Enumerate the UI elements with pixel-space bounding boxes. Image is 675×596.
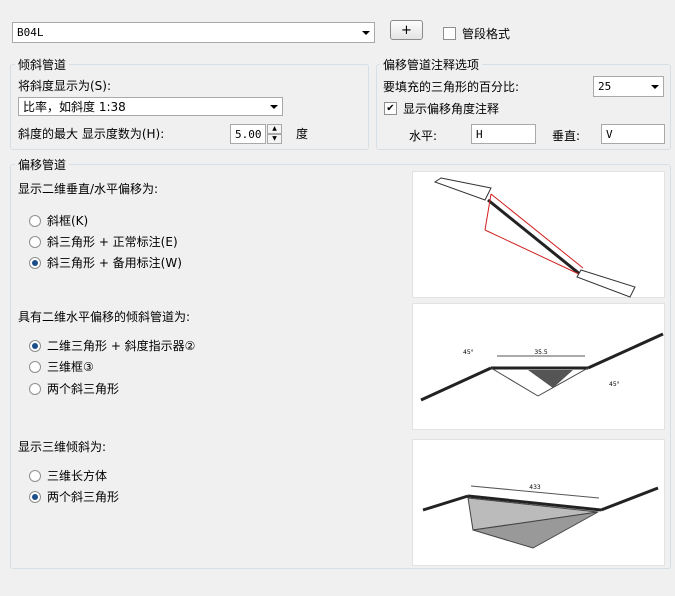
display-as-label: 将斜度显示为(S): — [18, 79, 112, 93]
max-slope-spinner[interactable]: ▲ ▼ — [267, 124, 282, 144]
preview-2d-offset — [412, 171, 665, 298]
radio-button[interactable] — [29, 469, 41, 482]
radio-button[interactable] — [29, 256, 41, 269]
pipe-format-checkbox[interactable] — [443, 27, 456, 40]
offset-annotation-group-label: 偏移管道注释选项 — [380, 56, 483, 73]
chevron-down-icon — [362, 30, 370, 35]
spin-down-icon[interactable]: ▼ — [267, 134, 282, 144]
section2-title: 具有二维水平偏移的倾斜管道为: — [18, 310, 191, 324]
radio-label: 斜三角形 + 备用标注(W) — [47, 256, 182, 270]
radio-option-s3-0[interactable]: 三维长方体 — [29, 467, 107, 484]
radio-button[interactable] — [29, 235, 41, 248]
radio-option-s2-0[interactable]: 二维三角形 + 斜度指示器② — [29, 337, 195, 354]
display-as-value: 比率，如斜度 1:38 — [23, 100, 126, 114]
radio-button[interactable] — [29, 214, 41, 227]
p2-angle-left: 45° — [463, 349, 474, 356]
radio-label: 三维框③ — [47, 360, 94, 374]
radio-option-s1-2[interactable]: 斜三角形 + 备用标注(W) — [29, 254, 182, 271]
radio-label: 二维三角形 + 斜度指示器② — [47, 339, 196, 353]
radio-label: 两个斜三角形 — [47, 382, 120, 396]
slope-pipe-group-label: 倾斜管道 — [15, 56, 70, 73]
radio-option-s3-1[interactable]: 两个斜三角形 — [29, 488, 119, 505]
radio-button[interactable] — [29, 339, 41, 352]
show-angle-checkbox[interactable]: ✔ — [384, 102, 397, 115]
show-angle-checkbox-row[interactable]: ✔ 显示偏移角度注释 — [384, 100, 499, 117]
preview-3d-triangles-drawing: 433 — [422, 484, 659, 549]
radio-label: 两个斜三角形 — [47, 490, 120, 504]
vertical-input[interactable]: V — [601, 124, 665, 144]
chevron-down-icon — [651, 84, 659, 89]
radio-option-s1-0[interactable]: 斜框(K) — [29, 212, 88, 229]
pipe-format-checkbox-row[interactable]: 管段格式 — [443, 25, 510, 42]
p2-top-dimension: 35.5 — [534, 349, 548, 356]
preview-2d-triangle-drawing: 35.5 45° 45° — [420, 332, 664, 402]
degree-unit-label: 度 — [296, 127, 309, 141]
triangle-percent-value: 25 — [598, 80, 612, 93]
show-angle-label: 显示偏移角度注释 — [403, 102, 500, 116]
radio-option-s1-1[interactable]: 斜三角形 + 正常标注(E) — [29, 233, 178, 250]
radio-button[interactable] — [29, 490, 41, 503]
p3-top-dimension: 433 — [529, 484, 541, 491]
triangle-percent-dropdown[interactable]: 25 — [593, 76, 664, 97]
radio-option-s2-1[interactable]: 三维框③ — [29, 358, 94, 375]
add-style-button[interactable]: + — [390, 20, 423, 40]
triangle-percent-label: 要填充的三角形的百分比: — [383, 80, 520, 94]
chevron-down-icon — [270, 104, 278, 109]
style-dropdown-value: B04L — [17, 26, 44, 39]
display-as-dropdown[interactable]: 比率，如斜度 1:38 — [18, 97, 283, 116]
horizontal-label: 水平: — [409, 129, 438, 143]
style-dropdown[interactable]: B04L — [12, 22, 375, 43]
radio-label: 三维长方体 — [47, 469, 108, 483]
radio-button[interactable] — [29, 360, 41, 373]
vertical-label: 垂直: — [552, 129, 581, 143]
horizontal-input[interactable]: H — [471, 124, 536, 144]
radio-button[interactable] — [29, 382, 41, 395]
section3-title: 显示三维倾斜为: — [18, 440, 107, 454]
offset-pipe-group-label: 偏移管道 — [15, 156, 70, 173]
radio-label: 斜三角形 + 正常标注(E) — [47, 235, 178, 249]
pipe-format-label: 管段格式 — [462, 27, 511, 41]
p2-angle-right: 45° — [609, 381, 620, 388]
spin-up-icon[interactable]: ▲ — [267, 124, 282, 134]
max-slope-label: 斜度的最大 显示度数为(H): — [18, 127, 165, 141]
radio-option-s2-2[interactable]: 两个斜三角形 — [29, 380, 119, 397]
section1-title: 显示二维垂直/水平偏移为: — [18, 182, 159, 196]
preview-2d-offset-drawing — [433, 177, 636, 298]
radio-label: 斜框(K) — [47, 214, 89, 228]
preview-3d-triangles: 433 — [412, 439, 665, 566]
max-slope-input[interactable]: 5.00 — [230, 124, 266, 144]
preview-2d-triangle: 35.5 45° 45° — [412, 303, 665, 430]
